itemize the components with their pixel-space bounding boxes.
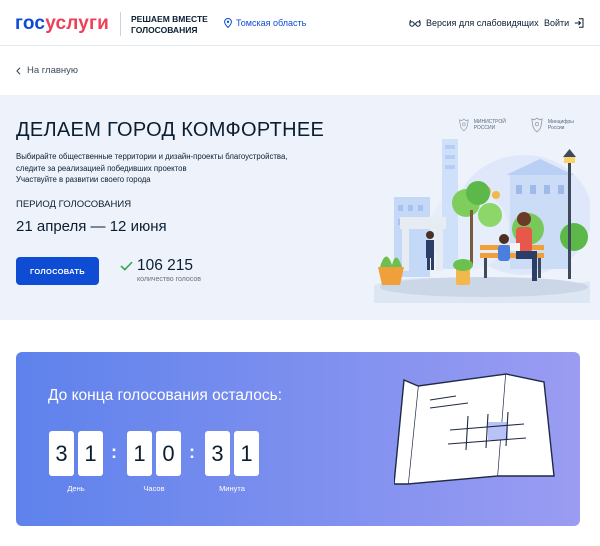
- back-label: На главную: [27, 65, 79, 76]
- days-digit: 3: [49, 431, 74, 476]
- calendar-icon: [394, 373, 555, 485]
- glasses-icon: [409, 19, 421, 27]
- gosuslugi-logo[interactable]: госуслуги: [15, 13, 109, 35]
- login-icon: [574, 18, 584, 28]
- description-line: Участвуйте в развитии своего города: [16, 175, 151, 184]
- region-label: Томская область: [236, 18, 307, 28]
- vote-button[interactable]: ГОЛОСОВАТЬ: [16, 257, 99, 285]
- votes-count: 106 215: [137, 257, 194, 274]
- region-selector[interactable]: Томская область: [224, 18, 306, 28]
- site-header: госуслуги РЕШАЕМ ВМЕСТЕ ГОЛОСОВАНИЯ Томс…: [0, 0, 600, 46]
- minutes-digit: 3: [205, 431, 230, 476]
- hero-section: ДЕЛАЕМ ГОРОД КОМФОРТНЕЕ Выбирайте общест…: [0, 95, 600, 320]
- accessibility-link[interactable]: Версия для слабовидящих: [409, 18, 539, 28]
- countdown-title: До конца голосования осталось:: [48, 387, 282, 404]
- chevron-left-icon: [16, 66, 21, 75]
- hours-digit: 1: [127, 431, 152, 476]
- service-tagline: РЕШАЕМ ВМЕСТЕ ГОЛОСОВАНИЯ: [131, 14, 208, 35]
- city-park-illustration: [374, 139, 590, 303]
- hero-description: Выбирайте общественные территории и диза…: [16, 151, 326, 186]
- days-digit: 1: [78, 431, 103, 476]
- timer-separator: :: [111, 442, 117, 462]
- coat-of-arms-icon: [459, 118, 469, 132]
- minutes-digit: 1: [234, 431, 259, 476]
- ministry-logo: МИНИСТРОЙ РОССИИ: [458, 116, 514, 134]
- period-label: ПЕРИОД ГОЛОСОВАНИЯ: [16, 199, 132, 210]
- login-label: Войти: [544, 18, 570, 28]
- header-divider: [120, 12, 121, 36]
- voting-period: 21 апреля — 12 июня: [16, 218, 167, 235]
- checkmark-icon: [120, 261, 133, 271]
- votes-label: количество голосов: [137, 276, 201, 283]
- timer-separator: :: [189, 442, 195, 462]
- hours-digit: 0: [156, 431, 181, 476]
- ministry-logo: Минцифры России: [530, 116, 586, 134]
- login-link[interactable]: Войти: [544, 18, 584, 28]
- accessibility-label: Версия для слабовидящих: [426, 18, 539, 28]
- description-line: Выбирайте общественные территории и диза…: [16, 152, 288, 161]
- hero-title: ДЕЛАЕМ ГОРОД КОМФОРТНЕЕ: [16, 119, 325, 141]
- minutes-unit: Минута: [219, 484, 245, 493]
- back-to-main-link[interactable]: На главную: [16, 65, 78, 76]
- days-unit: День: [67, 484, 85, 493]
- countdown-card: До конца голосования осталось: 3 1 День …: [16, 352, 580, 526]
- description-line: следите за реализацией победивших проект…: [16, 163, 187, 173]
- ministry-name: МИНИСТРОЙ РОССИИ: [473, 119, 506, 131]
- ministry-logos: МИНИСТРОЙ РОССИИ Минцифры России: [458, 116, 586, 134]
- hours-unit: Часов: [143, 484, 165, 493]
- ministry-name: Минцифры России: [547, 119, 574, 131]
- coat-of-arms-icon: [531, 117, 543, 133]
- location-pin-icon: [224, 18, 232, 28]
